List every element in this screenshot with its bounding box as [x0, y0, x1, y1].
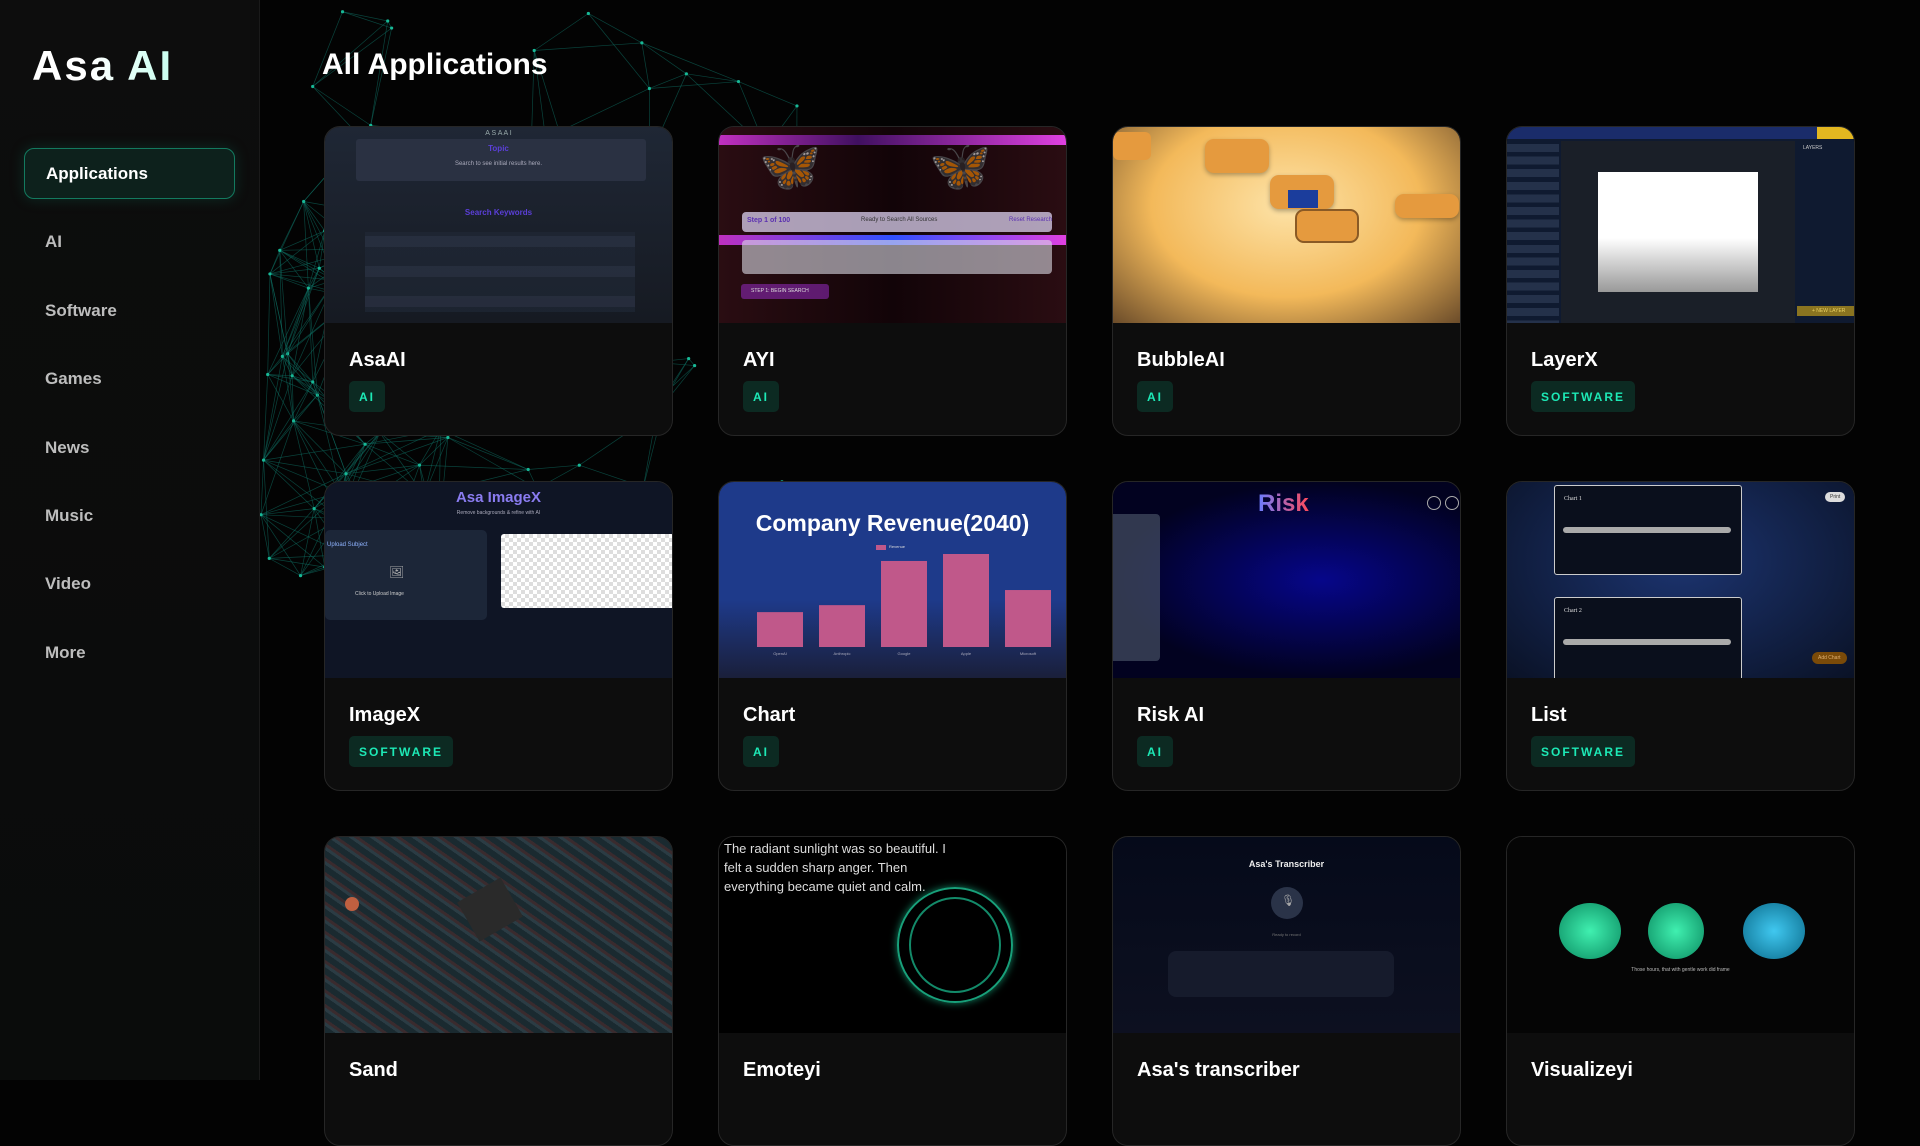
thumb-text: Asa's Transcriber — [1113, 859, 1460, 869]
app-card-sand[interactable]: Sand — [324, 836, 673, 1146]
nav-applications[interactable]: Applications — [24, 148, 235, 199]
microphone-icon: 🎙 — [1281, 894, 1295, 907]
thumb-text: The radiant sunlight was so beautiful. I… — [724, 839, 964, 896]
thumb-text: Topic — [325, 144, 672, 153]
thumbnail: The radiant sunlight was so beautiful. I… — [719, 837, 1066, 1033]
thumb-text: Ready to Search All Sources — [861, 217, 937, 223]
app-card-riskai[interactable]: Risk Risk AI AI — [1112, 481, 1461, 791]
card-title: ImageX — [349, 704, 420, 727]
thumb-text: Step 1 of 100 — [747, 217, 790, 224]
card-title: Visualizeyi — [1531, 1059, 1633, 1082]
card-title: LayerX — [1531, 349, 1598, 372]
thumb-text: Reset Research — [1009, 217, 1052, 223]
image-icon: 🖼 — [389, 565, 404, 579]
thumb-text: LAYERS — [1803, 145, 1822, 151]
card-title: List — [1531, 704, 1567, 727]
card-title: BubbleAI — [1137, 349, 1225, 372]
category-badge: AI — [743, 736, 779, 767]
thumb-text: STEP 1: BEGIN SEARCH — [751, 288, 809, 294]
nav-news[interactable]: News — [24, 422, 235, 473]
nav-games[interactable]: Games — [24, 353, 235, 404]
nav-more[interactable]: More — [24, 627, 235, 678]
thumbnail: LAYERS + NEW LAYER — [1507, 127, 1854, 323]
thumb-text: Those hours, that with gentle work did f… — [1507, 967, 1854, 973]
category-badge: AI — [1137, 736, 1173, 767]
thumb-text: Search Keywords — [325, 208, 672, 217]
thumb-text: Add Chart — [1812, 652, 1847, 664]
thumbnail: A S A A I Topic Search to see initial re… — [325, 127, 672, 323]
page-title: All Applications — [322, 48, 548, 82]
thumbnail: 🦋 🦋 Step 1 of 100 Ready to Search All So… — [719, 127, 1066, 323]
thumbnail: Chart 1 Chart 2 Print Add Chart — [1507, 482, 1854, 678]
nav-video[interactable]: Video — [24, 558, 235, 609]
thumb-text: Search to see initial results here. — [325, 161, 672, 167]
card-title: Asa's transcriber — [1137, 1059, 1300, 1082]
thumb-text: Ready to record — [1113, 932, 1460, 937]
chart-x-label: Google — [898, 651, 912, 656]
chart-bar — [943, 554, 989, 647]
thumb-text: Asa ImageX — [325, 489, 672, 506]
app-card-list[interactable]: Chart 1 Chart 2 Print Add Chart List SOF… — [1506, 481, 1855, 791]
chart-bar — [1005, 590, 1051, 647]
category-badge: SOFTWARE — [1531, 381, 1635, 412]
chart-x-label: Anthropic — [834, 651, 851, 656]
thumbnail: Company Revenue(2040) Revenue OpenAIAnth… — [719, 482, 1066, 678]
thumb-text: Chart 2 — [1564, 608, 1582, 614]
category-badge: SOFTWARE — [1531, 736, 1635, 767]
sidebar: Asa AI Applications AI Software Games Ne… — [0, 0, 260, 1080]
app-card-visualizeyi[interactable]: Those hours, that with gentle work did f… — [1506, 836, 1855, 1146]
card-title: AsaAI — [349, 349, 406, 372]
thumbnail — [325, 837, 672, 1033]
chart-x-label: Microsoft — [1020, 651, 1037, 656]
thumb-text: Click to Upload Image — [355, 591, 404, 597]
card-title: Sand — [349, 1059, 398, 1082]
card-title: Emoteyi — [743, 1059, 821, 1082]
nav-software[interactable]: Software — [24, 285, 235, 336]
thumb-text: Print — [1825, 492, 1845, 502]
thumb-text: Risk — [1258, 490, 1309, 518]
thumbnail: Asa's Transcriber 🎙 Ready to record — [1113, 837, 1460, 1033]
nav-music[interactable]: Music — [24, 490, 235, 541]
thumbnail — [1113, 127, 1460, 323]
app-card-bubbleai[interactable]: BubbleAI AI — [1112, 126, 1461, 436]
card-title: Chart — [743, 704, 795, 727]
chart-bar — [819, 605, 865, 647]
app-card-chart[interactable]: Company Revenue(2040) Revenue OpenAIAnth… — [718, 481, 1067, 791]
category-badge: AI — [349, 381, 385, 412]
app-card-transcriber[interactable]: Asa's Transcriber 🎙 Ready to record Asa'… — [1112, 836, 1461, 1146]
app-logo: Asa AI — [32, 42, 173, 90]
chart-x-label: Apple — [961, 651, 972, 656]
thumb-text: Upload Subject — [327, 542, 368, 548]
chart-bar — [757, 612, 803, 647]
butterfly-icon: 🦋 — [929, 137, 991, 196]
thumbnail: Risk — [1113, 482, 1460, 678]
nav-ai[interactable]: AI — [24, 216, 235, 267]
thumb-text: A S A A I — [325, 130, 672, 137]
chart-x-label: OpenAI — [773, 651, 787, 656]
card-title: AYI — [743, 349, 775, 372]
thumbnail: Those hours, that with gentle work did f… — [1507, 837, 1854, 1033]
butterfly-icon: 🦋 — [759, 137, 821, 196]
app-card-emoteyi[interactable]: The radiant sunlight was so beautiful. I… — [718, 836, 1067, 1146]
category-badge: AI — [743, 381, 779, 412]
category-badge: SOFTWARE — [349, 736, 453, 767]
app-card-ayi[interactable]: 🦋 🦋 Step 1 of 100 Ready to Search All So… — [718, 126, 1067, 436]
card-title: Risk AI — [1137, 704, 1204, 727]
thumb-text: Chart 1 — [1564, 496, 1582, 502]
app-card-asaai[interactable]: A S A A I Topic Search to see initial re… — [324, 126, 673, 436]
revenue-chart: OpenAI Anthropic Google Apple Microsoft — [719, 482, 1066, 678]
app-card-imagex[interactable]: Asa ImageX Remove backgrounds & refine w… — [324, 481, 673, 791]
app-card-layerx[interactable]: LAYERS + NEW LAYER LayerX SOFTWARE — [1506, 126, 1855, 436]
thumb-text: Remove backgrounds & refine with AI — [325, 510, 672, 516]
chart-bar — [881, 561, 927, 647]
category-badge: AI — [1137, 381, 1173, 412]
thumbnail: Asa ImageX Remove backgrounds & refine w… — [325, 482, 672, 678]
thumb-text: + NEW LAYER — [1812, 308, 1845, 314]
